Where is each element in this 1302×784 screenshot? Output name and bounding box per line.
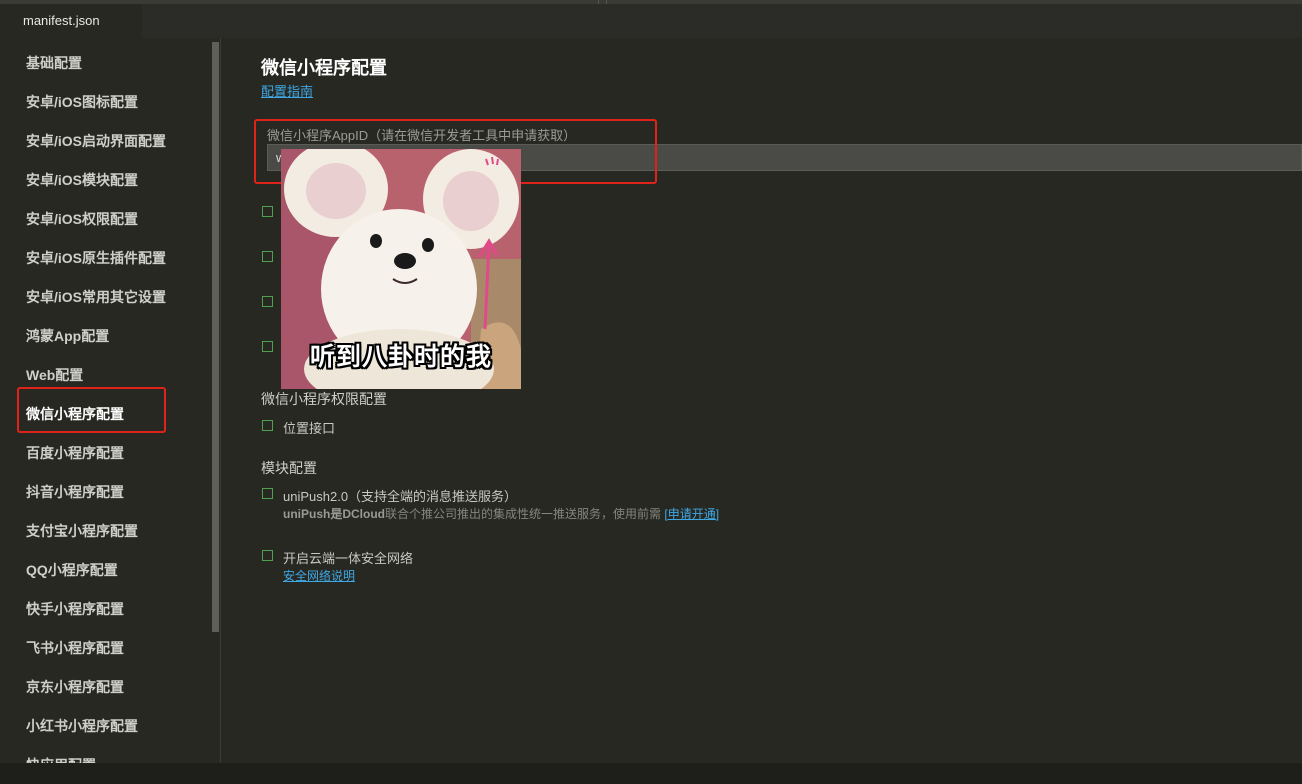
modules-section-title: 模块配置 xyxy=(261,460,317,476)
option-checkbox-4[interactable] xyxy=(262,341,273,352)
option-checkbox-1[interactable] xyxy=(262,206,273,217)
sidebar-item-harmony[interactable]: 鸿蒙App配置 xyxy=(26,326,109,346)
option-checkbox-2[interactable] xyxy=(262,251,273,262)
meme-caption: 听到八卦时的我 xyxy=(309,343,492,371)
sidebar-item-baidu[interactable]: 百度小程序配置 xyxy=(26,443,124,463)
permissions-section-title: 微信小程序权限配置 xyxy=(261,391,387,407)
unipush-checkbox[interactable] xyxy=(262,488,273,499)
config-guide-link[interactable]: 配置指南 xyxy=(261,81,313,100)
unipush-desc-bold: uniPush是DCloud xyxy=(283,507,385,521)
sidebar-item-qq[interactable]: QQ小程序配置 xyxy=(26,560,118,580)
sidebar-item-quickapp[interactable]: 快应用配置 xyxy=(26,755,96,763)
sidebar-item-feishu[interactable]: 飞书小程序配置 xyxy=(26,638,124,658)
sidebar-item-native-plugins[interactable]: 安卓/iOS原生插件配置 xyxy=(26,248,166,268)
unipush-desc-text: 联合个推公司推出的集成性统一推送服务，使用前需 xyxy=(385,507,662,521)
security-network-link[interactable]: 安全网络说明 xyxy=(283,567,355,584)
unipush-description: uniPush是DCloud联合个推公司推出的集成性统一推送服务，使用前需 [申… xyxy=(283,505,719,522)
tab-manifest-json[interactable]: manifest.json xyxy=(0,4,142,38)
sidebar-item-permissions[interactable]: 安卓/iOS权限配置 xyxy=(26,209,138,229)
sidebar-item-web[interactable]: Web配置 xyxy=(26,365,83,385)
page-title: 微信小程序配置 xyxy=(261,58,387,78)
unipush-label: uniPush2.0（支持全端的消息推送服务） xyxy=(283,489,518,504)
sidebar-item-xiaohongshu[interactable]: 小红书小程序配置 xyxy=(26,716,138,736)
unipush-apply-link[interactable]: [申请开通] xyxy=(664,507,719,521)
sidebar-item-splash[interactable]: 安卓/iOS启动界面配置 xyxy=(26,131,166,151)
sidebar-item-douyin[interactable]: 抖音小程序配置 xyxy=(26,482,124,502)
security-network-checkbox[interactable] xyxy=(262,550,273,561)
sidebar-item-basic[interactable]: 基础配置 xyxy=(26,53,82,73)
highlight-box-sidebar xyxy=(17,387,166,433)
sidebar-item-other-settings[interactable]: 安卓/iOS常用其它设置 xyxy=(26,287,166,307)
sidebar-item-alipay[interactable]: 支付宝小程序配置 xyxy=(26,521,138,541)
tab-bar-empty xyxy=(142,4,1302,38)
security-network-label: 开启云端一体安全网络 xyxy=(283,551,414,566)
location-checkbox[interactable] xyxy=(262,420,273,431)
sidebar-item-jd[interactable]: 京东小程序配置 xyxy=(26,677,124,697)
sidebar-item-modules[interactable]: 安卓/iOS模块配置 xyxy=(26,170,138,190)
sidebar-item-kuaishou[interactable]: 快手小程序配置 xyxy=(26,599,124,619)
option-checkbox-3[interactable] xyxy=(262,296,273,307)
meme-image: 听到八卦时的我 xyxy=(281,149,521,389)
status-bar xyxy=(0,763,1302,784)
location-label: 位置接口 xyxy=(283,421,336,436)
sidebar-item-app-icon[interactable]: 安卓/iOS图标配置 xyxy=(26,92,138,112)
sidebar-scrollbar[interactable] xyxy=(212,42,219,632)
